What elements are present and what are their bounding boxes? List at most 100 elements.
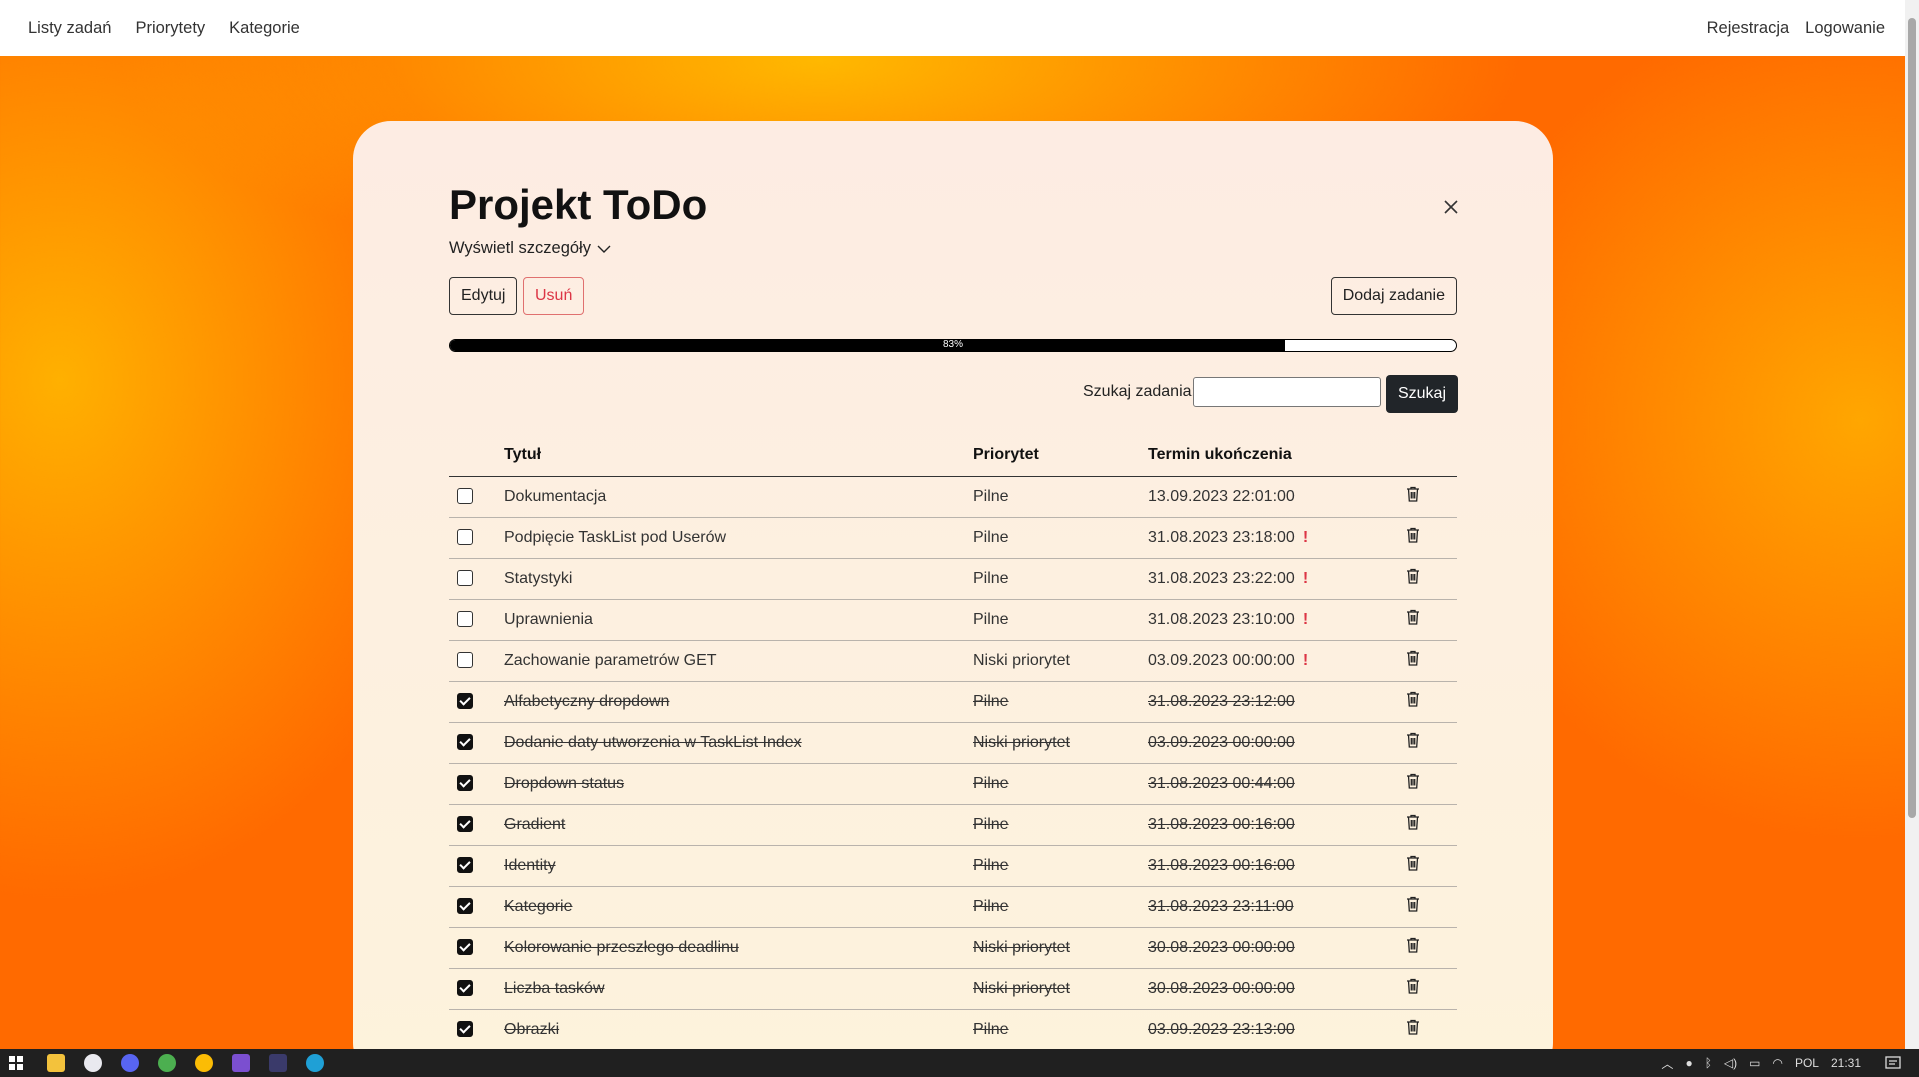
trash-icon[interactable] [1406,773,1420,794]
nav-link-task-lists[interactable]: Listy zadań [28,19,111,38]
trash-icon[interactable] [1406,691,1420,712]
file-explorer-icon[interactable] [47,1054,65,1072]
task-title[interactable]: Gradient [504,816,565,833]
task-done-checkbox[interactable] [457,775,473,792]
task-priority: Pilne [973,610,1009,628]
itunes-icon[interactable] [84,1054,102,1072]
task-done-checkbox[interactable] [457,939,473,956]
row-deadline-cell: 13.09.2023 22:01:00 [1148,476,1406,518]
row-deadline-cell: 31.08.2023 23:11:00 [1148,886,1406,928]
task-deadline: 30.08.2023 00:00:00 [1148,979,1295,997]
nav-link-login[interactable]: Logowanie [1805,19,1885,38]
trash-icon[interactable] [1406,937,1420,958]
task-done-checkbox[interactable] [457,693,473,710]
page-scrollbar[interactable] [1905,0,1919,1050]
notifications-icon[interactable] [1885,1056,1901,1070]
row-actions-cell [1406,845,1457,887]
trash-icon[interactable] [1406,568,1420,589]
task-list-card: Projekt ToDo Wyświetl szczegóły Edytuj U… [353,121,1553,1077]
trash-icon[interactable] [1406,978,1420,999]
task-done-checkbox[interactable] [457,816,473,833]
task-title[interactable]: Zachowanie parametrów GET [504,652,717,669]
scrollbar-thumb[interactable] [1908,18,1916,818]
battery-icon[interactable]: ▭ [1749,1056,1760,1070]
trash-icon[interactable] [1406,486,1420,507]
search-button[interactable]: Szukaj [1386,375,1458,413]
trash-icon[interactable] [1406,527,1420,548]
task-title[interactable]: Dokumentacja [504,488,606,505]
trash-icon[interactable] [1406,814,1420,835]
system-tray: ︿ ● ᛒ ◁) ▭ ◠ POL 21:31 [1649,1049,1861,1077]
trash-icon[interactable] [1406,855,1420,876]
visual-studio-icon[interactable] [232,1054,250,1072]
wifi-icon[interactable]: ◠ [1772,1056,1782,1070]
trash-icon[interactable] [1406,650,1420,671]
trash-icon[interactable] [1406,732,1420,753]
task-done-checkbox[interactable] [457,529,473,546]
windows-start-icon[interactable] [9,1056,23,1070]
task-done-checkbox[interactable] [457,1021,473,1038]
task-done-checkbox[interactable] [457,570,473,587]
search-input[interactable] [1193,377,1381,407]
task-title[interactable]: Podpięcie TaskList pod Userów [504,529,726,546]
microphone-icon[interactable]: ● [1685,1056,1692,1070]
table-header-row: Tytuł Priorytet Termin ukończenia [449,434,1457,477]
terminal-icon[interactable] [269,1054,287,1072]
task-done-checkbox[interactable] [457,857,473,874]
task-deadline: 03.09.2023 23:13:00 [1148,1020,1295,1038]
discord-icon[interactable] [121,1054,139,1072]
task-priority: Pilne [973,897,1009,915]
task-title[interactable]: Liczba tasków [504,980,605,997]
task-done-checkbox[interactable] [457,652,473,669]
delete-list-button[interactable]: Usuń [523,277,585,315]
task-done-checkbox[interactable] [457,734,473,751]
edit-button[interactable]: Edytuj [449,277,518,315]
task-title[interactable]: Kolorowanie przeszłego deadlinu [504,939,739,956]
task-deadline: 03.09.2023 00:00:00 [1148,733,1295,751]
trash-icon[interactable] [1406,1019,1420,1040]
task-title[interactable]: Alfabetyczny dropdown [504,693,669,710]
bluetooth-icon[interactable]: ᛒ [1705,1056,1712,1070]
row-priority-cell: Pilne [973,476,1148,518]
row-actions-cell [1406,886,1457,928]
add-task-button[interactable]: Dodaj zadanie [1330,277,1457,315]
row-check-cell [449,681,504,723]
header-actions [1406,434,1457,477]
task-title[interactable]: Identity [504,857,556,874]
task-title[interactable]: Kategorie [504,898,573,915]
os-taskbar: ︿ ● ᛒ ◁) ▭ ◠ POL 21:31 [0,1049,1919,1077]
close-icon[interactable] [1439,195,1463,219]
row-priority-cell: Pilne [973,517,1148,559]
task-priority: Pilne [973,692,1009,710]
edge-icon[interactable] [306,1054,324,1072]
trash-icon[interactable] [1406,609,1420,630]
task-title[interactable]: Dodanie daty utworzenia w TaskList Index [504,734,802,751]
task-title[interactable]: Statystyki [504,570,572,587]
overdue-warning-icon: ! [1302,569,1309,587]
details-toggle[interactable]: Wyświetl szczegóły [449,239,611,258]
row-deadline-cell: 31.08.2023 23:12:00 [1148,681,1406,723]
tasks-table: Tytuł Priorytet Termin ukończenia Dokume… [449,434,1457,1051]
task-title[interactable]: Dropdown status [504,775,624,792]
task-done-checkbox[interactable] [457,898,473,915]
row-priority-cell: Pilne [973,763,1148,805]
task-done-checkbox[interactable] [457,488,473,505]
row-title-cell: Dokumentacja [504,476,973,518]
chrome-icon[interactable] [158,1054,176,1072]
clock[interactable]: 21:31 [1831,1056,1861,1070]
volume-icon[interactable]: ◁) [1724,1056,1737,1070]
nav-link-categories[interactable]: Kategorie [229,19,300,38]
chrome-profile-icon[interactable] [195,1054,213,1072]
header-deadline: Termin ukończenia [1148,434,1406,477]
overdue-warning-icon: ! [1302,651,1309,669]
row-priority-cell: Niski priorytet [973,968,1148,1010]
task-done-checkbox[interactable] [457,980,473,997]
language-indicator[interactable]: POL [1795,1056,1819,1070]
task-done-checkbox[interactable] [457,611,473,628]
nav-link-register[interactable]: Rejestracja [1707,19,1790,38]
task-title[interactable]: Obrazki [504,1021,559,1038]
task-title[interactable]: Uprawnienia [504,611,593,628]
chevron-up-icon[interactable]: ︿ [1661,1055,1673,1072]
nav-link-priorities[interactable]: Priorytety [135,19,205,38]
trash-icon[interactable] [1406,896,1420,917]
